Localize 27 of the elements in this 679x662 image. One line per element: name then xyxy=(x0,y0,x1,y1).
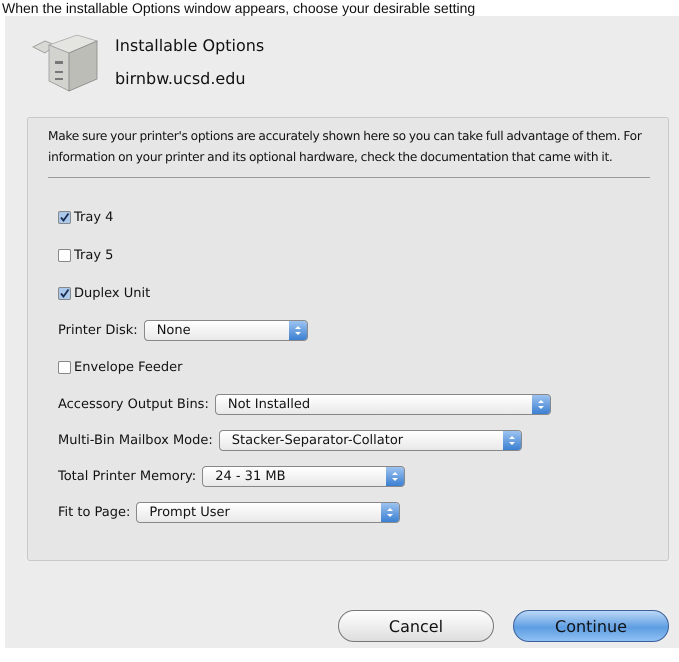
option-popup[interactable]: None xyxy=(144,320,308,340)
up-down-arrows-icon xyxy=(391,470,400,482)
dialog-title: Installable Options xyxy=(115,36,264,55)
up-down-arrows-icon xyxy=(386,506,394,518)
option-popup[interactable]: Not Installed xyxy=(214,394,551,414)
option-label: Multi-Bin Mailbox Mode: xyxy=(58,432,213,448)
up-down-arrows-icon xyxy=(508,434,516,446)
checkmark-icon xyxy=(59,212,70,222)
option-label: Total Printer Memory: xyxy=(58,468,196,484)
option-label: Accessory Output Bins: xyxy=(58,396,209,412)
instructions-text: Make sure your printer's options are accurately shown here so you can take full advantage of them. For information on your printer and its optional hardware, check the documentation that came with it. xyxy=(48,128,643,166)
option-checkbox[interactable]: Tray 4 xyxy=(58,198,114,236)
option-checkbox[interactable]: Tray 5 xyxy=(58,236,114,274)
continue-button[interactable]: Continue xyxy=(513,610,669,642)
up-down-arrows-icon xyxy=(536,398,545,410)
printer-address: birnbw.ucsd.edu xyxy=(115,69,247,88)
cancel-button[interactable]: Cancel xyxy=(338,610,494,642)
up-down-arrows-icon xyxy=(294,324,302,336)
option-popup[interactable]: Prompt User xyxy=(136,502,400,522)
option-popup[interactable]: Stacker-Separator-Collator xyxy=(218,430,522,450)
option-label: Printer Disk: xyxy=(58,322,138,338)
checkmark-icon xyxy=(59,288,70,298)
option-checkbox[interactable]: Duplex Unit xyxy=(58,274,150,312)
option-popup[interactable]: 24 - 31 MB xyxy=(202,466,406,486)
option-checkbox[interactable]: Envelope Feeder xyxy=(58,348,182,386)
option-label: Fit to Page: xyxy=(58,504,130,520)
caption-text: When the installable Options window appears, choose your desirable setting xyxy=(1,0,476,16)
